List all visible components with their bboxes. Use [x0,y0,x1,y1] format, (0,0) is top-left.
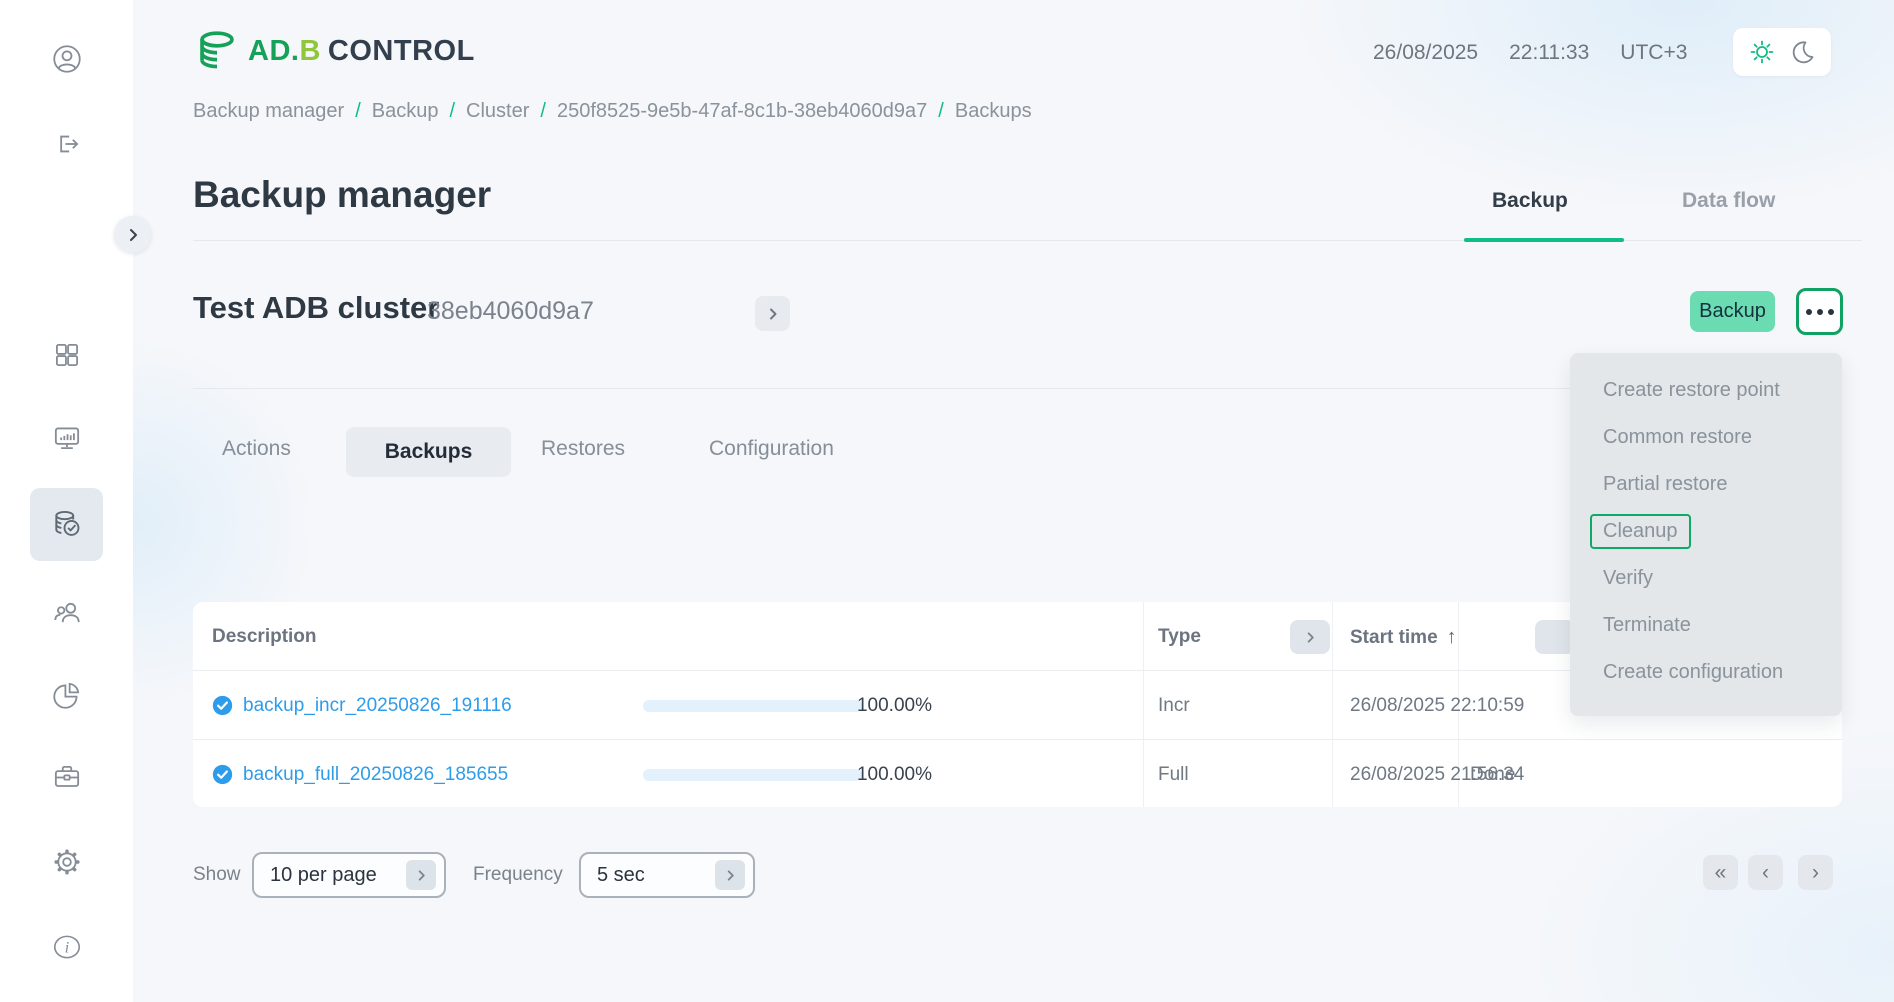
chevron-right-icon [767,308,779,320]
select-expand-button[interactable] [715,860,745,890]
cleanup-highlight-outline: Cleanup [1590,514,1691,549]
chevron-right-icon [416,870,427,881]
logo-text-secondary: CONTROL [328,35,475,67]
current-date: 26/08/2025 [1373,41,1478,65]
frequency-value: 5 sec [597,864,645,887]
menu-item-terminate[interactable]: Terminate [1570,602,1842,649]
breadcrumb-separator: / [938,100,944,123]
svg-text:i: i [65,939,69,956]
reports-icon[interactable] [49,677,85,713]
jobs-icon[interactable] [49,759,85,795]
breadcrumb-cluster[interactable]: Cluster [466,100,529,123]
breadcrumb-separator: / [355,100,361,123]
breadcrumb-backups[interactable]: Backups [955,100,1032,123]
cluster-name: Test ADB cluster [193,290,439,326]
tab-backups-active[interactable]: Backups [346,427,511,477]
tab-data-flow[interactable]: Data flow [1682,189,1775,213]
cluster-expand-button[interactable] [755,296,790,331]
success-check-icon [212,695,233,721]
progress-bar [643,769,862,781]
breadcrumb-separator: / [540,100,546,123]
page-size-value: 10 per page [270,864,377,887]
show-label: Show [193,864,241,886]
menu-item-create-restore-point[interactable]: Create restore point [1570,367,1842,414]
logo-database-icon [194,28,240,74]
cell-type: Incr [1158,695,1190,717]
dark-theme-icon[interactable] [1790,39,1816,65]
breadcrumb-backup-manager[interactable]: Backup manager [193,100,344,123]
ellipsis-icon [1806,309,1812,315]
type-filter-button[interactable] [1290,620,1330,654]
select-expand-button[interactable] [406,860,436,890]
monitoring-icon[interactable] [49,420,85,456]
user-icon[interactable] [49,41,85,77]
theme-toggle [1733,28,1831,76]
dashboard-icon[interactable] [49,337,85,373]
settings-icon[interactable] [49,844,85,880]
sidebar-expand-button[interactable] [114,216,151,253]
success-check-icon [212,764,233,790]
menu-item-verify[interactable]: Verify [1570,555,1842,602]
breadcrumb-separator: / [449,100,455,123]
tab-actions[interactable]: Actions [222,437,291,461]
sort-ascending-icon[interactable]: ↑ [1447,626,1457,648]
breadcrumb: Backup manager / Backup / Cluster / 250f… [193,100,1032,123]
backup-manager-icon[interactable] [49,506,85,542]
menu-item-create-configuration[interactable]: Create configuration [1570,649,1842,696]
col-header-description: Description [212,626,317,648]
logo-text-primary: AD. [248,35,299,67]
chevron-right-icon [1305,632,1316,643]
progress-value: 100.00% [852,764,932,786]
pagination-next-button[interactable]: › [1798,855,1833,890]
more-actions-button[interactable] [1796,288,1843,335]
menu-item-cleanup[interactable]: Cleanup [1570,508,1842,555]
col-header-type: Type [1158,626,1201,648]
backup-button[interactable]: Backup [1690,291,1775,332]
progress-value: 100.00% [852,695,932,717]
table-row[interactable]: backup_full_20250826_185655 100.00% Full… [193,739,1842,807]
active-tab-underline [1464,238,1624,242]
actions-dropdown-menu: Create restore point Common restore Part… [1570,353,1842,716]
pagination-first-button[interactable]: « [1703,855,1738,890]
info-icon[interactable]: i [49,929,85,965]
breadcrumb-backup[interactable]: Backup [372,100,439,123]
cell-type: Full [1158,764,1189,786]
page-size-select[interactable]: 10 per page [252,852,446,898]
logout-icon[interactable] [49,126,85,162]
cell-status: Done [1470,764,1515,786]
light-theme-icon[interactable] [1749,39,1775,65]
ellipsis-icon [1817,309,1823,315]
backup-link[interactable]: backup_incr_20250826_191116 [243,695,512,717]
sidebar: i [0,0,133,1002]
tab-configuration[interactable]: Configuration [709,437,834,461]
datetime-display: 26/08/2025 22:11:33 UTC+3 [1373,41,1687,65]
col-header-start-time: Start time↑ [1350,626,1457,649]
menu-item-partial-restore[interactable]: Partial restore [1570,461,1842,508]
progress-bar [643,700,862,712]
pagination-prev-button[interactable]: ‹ [1748,855,1783,890]
tab-backup[interactable]: Backup [1492,189,1568,213]
users-icon[interactable] [49,594,85,630]
frequency-label: Frequency [473,864,563,886]
frequency-select[interactable]: 5 sec [579,852,755,898]
start-time-filter-button[interactable] [1535,620,1575,654]
menu-item-common-restore[interactable]: Common restore [1570,414,1842,461]
breadcrumb-cluster-uuid[interactable]: 250f8525-9e5b-47af-8c1b-38eb4060d9a7 [557,100,927,123]
page-title: Backup manager [193,174,491,216]
timezone: UTC+3 [1620,41,1687,65]
backup-link[interactable]: backup_full_20250826_185655 [243,764,508,786]
backup-manager-app: i AD.BCONTROL 26/08/2025 22:11:33 UTC+3 [0,0,1894,1002]
current-time: 22:11:33 [1509,41,1589,65]
cluster-id: 38eb4060d9a7 [427,297,594,326]
tab-restores[interactable]: Restores [541,437,625,461]
cell-start-time: 26/08/2025 22:10:59 [1350,695,1524,717]
logo-text-b: B [299,35,320,67]
app-logo[interactable]: AD.BCONTROL [194,28,475,74]
chevron-right-icon [725,870,736,881]
ellipsis-icon [1828,309,1834,315]
